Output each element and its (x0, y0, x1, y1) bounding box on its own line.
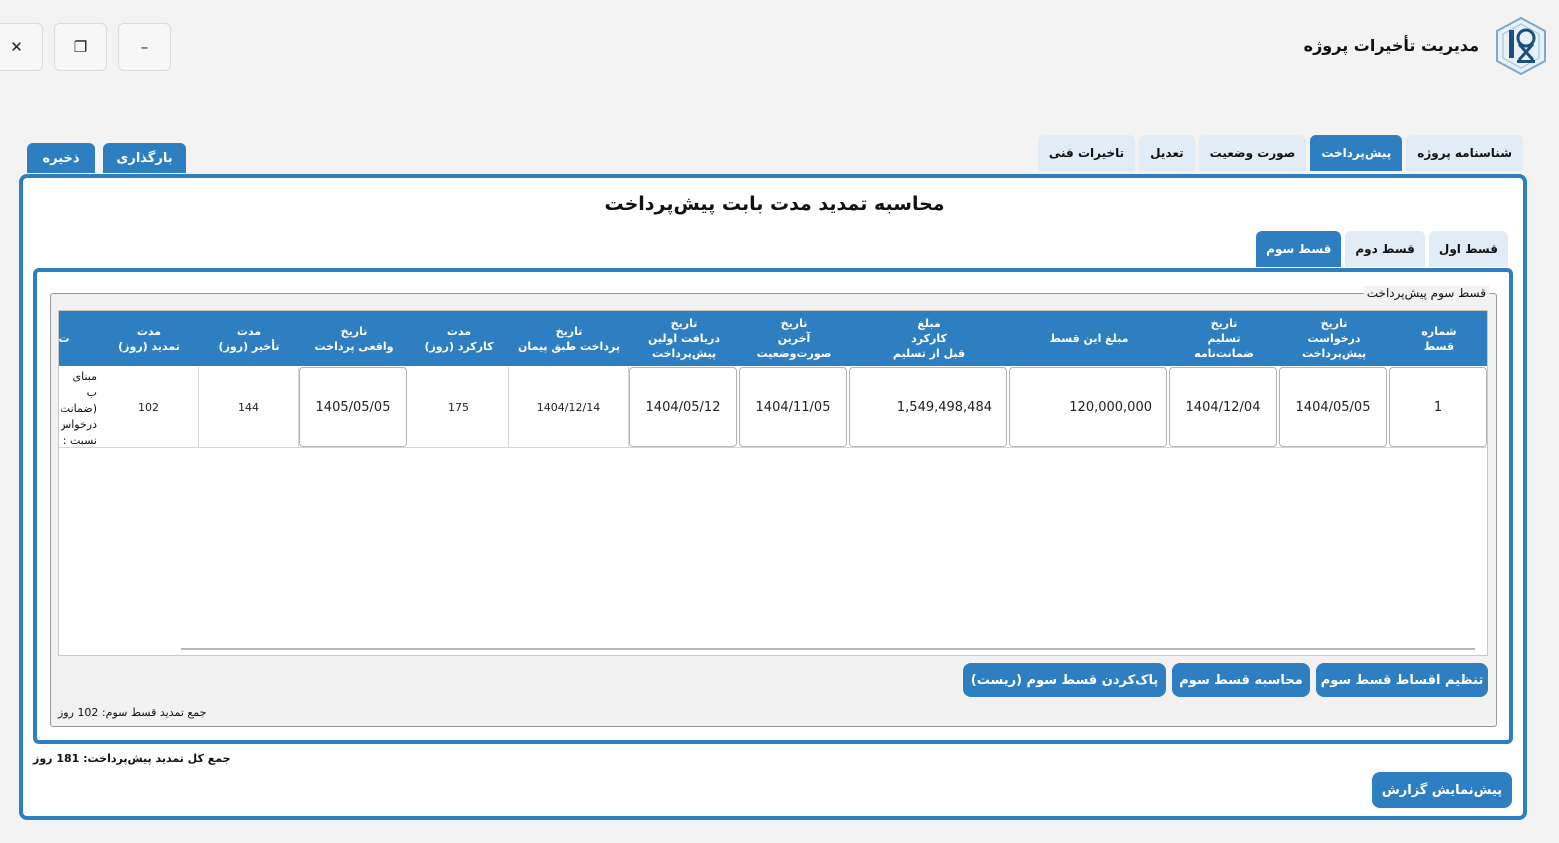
third-installment-sum: جمع تمدید قسط سوم: 102 روز (58, 706, 207, 719)
installment-tabs: قسط اول قسط دوم قسط سوم (1256, 231, 1508, 267)
row-divider (59, 447, 1487, 448)
cell-last-statement-date[interactable]: 1404/11/05 (739, 367, 847, 447)
load-button[interactable]: بارگذاری (103, 143, 186, 173)
tab-second-installment[interactable]: قسط دوم (1345, 231, 1425, 267)
report-preview-button[interactable]: پیش‌نمایش گزارش (1372, 772, 1512, 808)
cell-extension-days: 102 (99, 367, 199, 447)
tab-project-profile[interactable]: شناسنامه پروژه (1406, 135, 1523, 171)
tab-prepayment[interactable]: پیش‌پرداخت (1310, 135, 1403, 171)
restore-button[interactable]: ❐ (54, 23, 107, 71)
cell-first-receipt-date[interactable]: 1404/05/12 (629, 367, 737, 447)
close-button[interactable]: ✕ (0, 23, 43, 71)
cell-delay-days: 144 (199, 367, 299, 447)
header-last-statement-date: تاریخ آخرین صورت‌وضعیت (756, 317, 832, 360)
tab-statement[interactable]: صورت وضعیت (1198, 135, 1307, 171)
header-amount: مبلغ این قسط (1049, 332, 1129, 345)
tab-technical-delays[interactable]: تاخیرات فنی (1037, 135, 1136, 171)
save-button[interactable]: ذخیره (27, 143, 95, 173)
header-guarantee-date: تاریخ تسلیم ضمانت‌نامه (1194, 317, 1254, 360)
set-installments-button[interactable]: تنظیم اقساط قسط سوم (1316, 663, 1488, 697)
header-extension-days: مدت تمدید (روز) (118, 324, 180, 353)
installment-table: شماره قسط تاریخ درخواست پیش‌پرداخت تاریخ… (58, 310, 1488, 656)
restore-icon: ❐ (73, 38, 88, 56)
tab-adjustment[interactable]: تعدیل (1139, 135, 1195, 171)
cell-note-partial: مبنای ب (ضمانت درخواس نسبت : پرداخت (61, 370, 97, 447)
group-title: قسط سوم پیش‌پرداخت (1363, 286, 1489, 300)
cell-guarantee-date[interactable]: 1404/12/04 (1169, 367, 1277, 447)
header-first-receipt-date: تاریخ دریافت اولین پیش‌پرداخت (647, 317, 721, 360)
header-work-days: مدت کارکرد (روز) (424, 324, 494, 353)
table-header: شماره قسط تاریخ درخواست پیش‌پرداخت تاریخ… (58, 311, 1487, 366)
header-work-amount: مبلغ کارکرد قبل از تسلیم (892, 317, 966, 360)
cell-installment-no[interactable]: 1 (1389, 367, 1487, 447)
tab-third-installment[interactable]: قسط سوم (1256, 231, 1342, 267)
calculate-button[interactable]: محاسبه قسط سوم (1172, 663, 1310, 697)
cell-request-date[interactable]: 1404/05/05 (1279, 367, 1387, 447)
tab-first-installment[interactable]: قسط اول (1428, 231, 1508, 267)
header-contract-payment-date: تاریخ پرداخت طبق پیمان (518, 324, 620, 353)
header-installment-no: شماره قسط (1421, 324, 1457, 353)
horizontal-scrollbar[interactable] (181, 648, 1475, 650)
page-title: محاسبه تمدید مدت بابت پیش‌پرداخت (604, 193, 945, 215)
header-request-date: تاریخ درخواست پیش‌پرداخت (1301, 317, 1367, 360)
cell-actual-payment-date[interactable]: 1405/05/05 (299, 367, 407, 447)
minimize-button[interactable]: – (118, 23, 171, 71)
app-title: مدیریت تأخیرات پروژه (1303, 36, 1479, 55)
reset-button[interactable]: پاک‌کردن قسط سوم (ریست) (963, 663, 1166, 697)
header-delay-days: مدت تأخیر (روز) (218, 324, 280, 353)
total-extension-sum: جمع کل تمدید پیش‌پرداخت: 181 روز (33, 752, 231, 765)
cell-amount[interactable]: 120,000,000 (1009, 367, 1167, 447)
minimize-icon: – (140, 38, 149, 56)
cell-work-days: 175 (409, 367, 509, 447)
close-icon: ✕ (10, 38, 23, 56)
app-logo-icon (1496, 16, 1546, 76)
header-actual-payment-date: تاریخ واقعی پرداخت (314, 324, 394, 353)
cell-work-amount[interactable]: 1,549,498,484 (849, 367, 1007, 447)
main-tabs: شناسنامه پروژه پیش‌پرداخت صورت وضعیت تعد… (1037, 135, 1523, 171)
header-note-partial: ت (58, 332, 70, 345)
cell-contract-payment-date: 1404/12/14 (509, 367, 629, 447)
